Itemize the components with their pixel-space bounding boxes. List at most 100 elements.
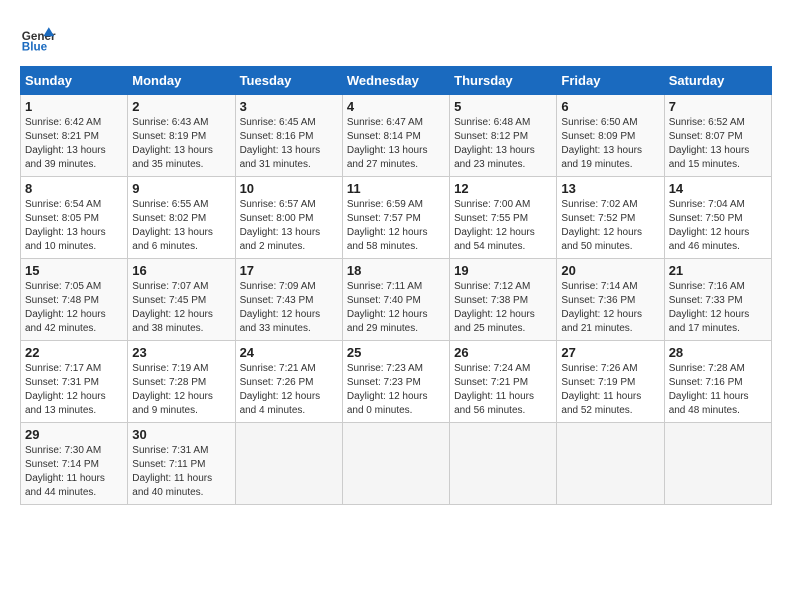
- day-info: Sunrise: 6:57 AMSunset: 8:00 PMDaylight:…: [240, 198, 338, 254]
- calendar-week-4: 22 Sunrise: 7:17 AMSunset: 7:31 PMDaylig…: [21, 341, 772, 423]
- day-number: 6: [561, 99, 659, 114]
- weekday-header-sunday: Sunday: [21, 67, 128, 95]
- day-info: Sunrise: 7:30 AMSunset: 7:14 PMDaylight:…: [25, 444, 123, 500]
- day-info: Sunrise: 6:45 AMSunset: 8:16 PMDaylight:…: [240, 116, 338, 172]
- calendar-cell: 17 Sunrise: 7:09 AMSunset: 7:43 PMDaylig…: [235, 259, 342, 341]
- calendar-cell: 16 Sunrise: 7:07 AMSunset: 7:45 PMDaylig…: [128, 259, 235, 341]
- day-info: Sunrise: 7:05 AMSunset: 7:48 PMDaylight:…: [25, 280, 123, 336]
- calendar-cell: 22 Sunrise: 7:17 AMSunset: 7:31 PMDaylig…: [21, 341, 128, 423]
- calendar-cell: 4 Sunrise: 6:47 AMSunset: 8:14 PMDayligh…: [342, 95, 449, 177]
- day-number: 4: [347, 99, 445, 114]
- calendar-cell: 21 Sunrise: 7:16 AMSunset: 7:33 PMDaylig…: [664, 259, 771, 341]
- day-number: 23: [132, 345, 230, 360]
- calendar-cell: 19 Sunrise: 7:12 AMSunset: 7:38 PMDaylig…: [450, 259, 557, 341]
- calendar-cell: 25 Sunrise: 7:23 AMSunset: 7:23 PMDaylig…: [342, 341, 449, 423]
- day-number: 9: [132, 181, 230, 196]
- day-info: Sunrise: 7:17 AMSunset: 7:31 PMDaylight:…: [25, 362, 123, 418]
- calendar-week-5: 29 Sunrise: 7:30 AMSunset: 7:14 PMDaylig…: [21, 423, 772, 505]
- day-number: 27: [561, 345, 659, 360]
- day-info: Sunrise: 7:23 AMSunset: 7:23 PMDaylight:…: [347, 362, 445, 418]
- calendar-cell: 9 Sunrise: 6:55 AMSunset: 8:02 PMDayligh…: [128, 177, 235, 259]
- weekday-header-row: SundayMondayTuesdayWednesdayThursdayFrid…: [21, 67, 772, 95]
- day-info: Sunrise: 7:26 AMSunset: 7:19 PMDaylight:…: [561, 362, 659, 418]
- calendar-cell: 5 Sunrise: 6:48 AMSunset: 8:12 PMDayligh…: [450, 95, 557, 177]
- weekday-header-thursday: Thursday: [450, 67, 557, 95]
- day-info: Sunrise: 7:28 AMSunset: 7:16 PMDaylight:…: [669, 362, 767, 418]
- calendar-cell: [235, 423, 342, 505]
- day-number: 1: [25, 99, 123, 114]
- day-number: 13: [561, 181, 659, 196]
- calendar-cell: [557, 423, 664, 505]
- calendar-cell: 30 Sunrise: 7:31 AMSunset: 7:11 PMDaylig…: [128, 423, 235, 505]
- day-number: 19: [454, 263, 552, 278]
- calendar-cell: 8 Sunrise: 6:54 AMSunset: 8:05 PMDayligh…: [21, 177, 128, 259]
- day-info: Sunrise: 7:02 AMSunset: 7:52 PMDaylight:…: [561, 198, 659, 254]
- day-info: Sunrise: 7:21 AMSunset: 7:26 PMDaylight:…: [240, 362, 338, 418]
- day-number: 16: [132, 263, 230, 278]
- day-info: Sunrise: 7:00 AMSunset: 7:55 PMDaylight:…: [454, 198, 552, 254]
- day-number: 17: [240, 263, 338, 278]
- day-info: Sunrise: 6:59 AMSunset: 7:57 PMDaylight:…: [347, 198, 445, 254]
- calendar-cell: 29 Sunrise: 7:30 AMSunset: 7:14 PMDaylig…: [21, 423, 128, 505]
- day-info: Sunrise: 6:52 AMSunset: 8:07 PMDaylight:…: [669, 116, 767, 172]
- day-info: Sunrise: 6:42 AMSunset: 8:21 PMDaylight:…: [25, 116, 123, 172]
- day-info: Sunrise: 7:14 AMSunset: 7:36 PMDaylight:…: [561, 280, 659, 336]
- day-number: 5: [454, 99, 552, 114]
- weekday-header-wednesday: Wednesday: [342, 67, 449, 95]
- day-number: 18: [347, 263, 445, 278]
- calendar-cell: 2 Sunrise: 6:43 AMSunset: 8:19 PMDayligh…: [128, 95, 235, 177]
- calendar-cell: 3 Sunrise: 6:45 AMSunset: 8:16 PMDayligh…: [235, 95, 342, 177]
- calendar-cell: 11 Sunrise: 6:59 AMSunset: 7:57 PMDaylig…: [342, 177, 449, 259]
- day-number: 21: [669, 263, 767, 278]
- calendar-week-2: 8 Sunrise: 6:54 AMSunset: 8:05 PMDayligh…: [21, 177, 772, 259]
- weekday-header-monday: Monday: [128, 67, 235, 95]
- day-info: Sunrise: 6:48 AMSunset: 8:12 PMDaylight:…: [454, 116, 552, 172]
- day-info: Sunrise: 6:55 AMSunset: 8:02 PMDaylight:…: [132, 198, 230, 254]
- calendar-cell: 23 Sunrise: 7:19 AMSunset: 7:28 PMDaylig…: [128, 341, 235, 423]
- day-info: Sunrise: 7:16 AMSunset: 7:33 PMDaylight:…: [669, 280, 767, 336]
- day-number: 2: [132, 99, 230, 114]
- calendar-cell: 28 Sunrise: 7:28 AMSunset: 7:16 PMDaylig…: [664, 341, 771, 423]
- day-info: Sunrise: 6:47 AMSunset: 8:14 PMDaylight:…: [347, 116, 445, 172]
- calendar-cell: 1 Sunrise: 6:42 AMSunset: 8:21 PMDayligh…: [21, 95, 128, 177]
- day-number: 3: [240, 99, 338, 114]
- calendar-cell: 6 Sunrise: 6:50 AMSunset: 8:09 PMDayligh…: [557, 95, 664, 177]
- logo: General Blue: [20, 20, 56, 56]
- calendar-week-1: 1 Sunrise: 6:42 AMSunset: 8:21 PMDayligh…: [21, 95, 772, 177]
- svg-text:Blue: Blue: [22, 41, 48, 54]
- calendar-table: SundayMondayTuesdayWednesdayThursdayFrid…: [20, 66, 772, 505]
- calendar-cell: 18 Sunrise: 7:11 AMSunset: 7:40 PMDaylig…: [342, 259, 449, 341]
- calendar-cell: [664, 423, 771, 505]
- day-info: Sunrise: 7:19 AMSunset: 7:28 PMDaylight:…: [132, 362, 230, 418]
- calendar-cell: 24 Sunrise: 7:21 AMSunset: 7:26 PMDaylig…: [235, 341, 342, 423]
- day-number: 30: [132, 427, 230, 442]
- day-info: Sunrise: 7:24 AMSunset: 7:21 PMDaylight:…: [454, 362, 552, 418]
- calendar-cell: 14 Sunrise: 7:04 AMSunset: 7:50 PMDaylig…: [664, 177, 771, 259]
- day-info: Sunrise: 7:04 AMSunset: 7:50 PMDaylight:…: [669, 198, 767, 254]
- calendar-cell: 12 Sunrise: 7:00 AMSunset: 7:55 PMDaylig…: [450, 177, 557, 259]
- day-number: 8: [25, 181, 123, 196]
- calendar-week-3: 15 Sunrise: 7:05 AMSunset: 7:48 PMDaylig…: [21, 259, 772, 341]
- day-info: Sunrise: 6:54 AMSunset: 8:05 PMDaylight:…: [25, 198, 123, 254]
- calendar-cell: 13 Sunrise: 7:02 AMSunset: 7:52 PMDaylig…: [557, 177, 664, 259]
- day-number: 28: [669, 345, 767, 360]
- day-number: 15: [25, 263, 123, 278]
- calendar-cell: 15 Sunrise: 7:05 AMSunset: 7:48 PMDaylig…: [21, 259, 128, 341]
- day-number: 11: [347, 181, 445, 196]
- day-info: Sunrise: 7:07 AMSunset: 7:45 PMDaylight:…: [132, 280, 230, 336]
- day-info: Sunrise: 7:31 AMSunset: 7:11 PMDaylight:…: [132, 444, 230, 500]
- day-number: 14: [669, 181, 767, 196]
- day-number: 22: [25, 345, 123, 360]
- day-info: Sunrise: 6:50 AMSunset: 8:09 PMDaylight:…: [561, 116, 659, 172]
- weekday-header-tuesday: Tuesday: [235, 67, 342, 95]
- logo-icon: General Blue: [20, 20, 56, 56]
- calendar-cell: 7 Sunrise: 6:52 AMSunset: 8:07 PMDayligh…: [664, 95, 771, 177]
- weekday-header-saturday: Saturday: [664, 67, 771, 95]
- day-number: 25: [347, 345, 445, 360]
- calendar-cell: [342, 423, 449, 505]
- day-number: 12: [454, 181, 552, 196]
- day-number: 7: [669, 99, 767, 114]
- day-number: 10: [240, 181, 338, 196]
- day-info: Sunrise: 7:09 AMSunset: 7:43 PMDaylight:…: [240, 280, 338, 336]
- calendar-cell: 26 Sunrise: 7:24 AMSunset: 7:21 PMDaylig…: [450, 341, 557, 423]
